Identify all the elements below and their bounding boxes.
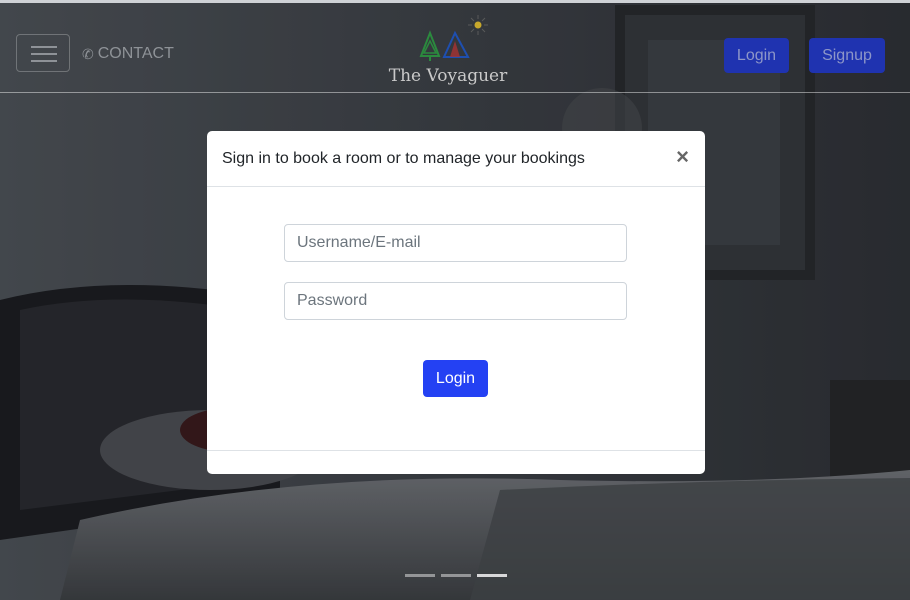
contact-link[interactable]: ✆ CONTACT — [82, 45, 174, 63]
nav-signup-button[interactable]: Signup — [809, 38, 885, 73]
carousel-indicator-2[interactable] — [441, 574, 471, 577]
logo-trees-tent-sun — [419, 15, 488, 61]
modal-title: Sign in to book a room or to manage your… — [222, 150, 585, 167]
nav-login-button[interactable]: Login — [724, 38, 789, 73]
phone-icon: ✆ — [82, 45, 94, 62]
carousel-indicator-1[interactable] — [405, 574, 435, 577]
navbar: ✆ CONTACT The Voyaguer Login Signup — [0, 3, 910, 93]
modal-header: Sign in to book a room or to manage your… — [207, 131, 705, 187]
username-input[interactable] — [284, 224, 627, 262]
menu-toggle-button[interactable] — [16, 34, 70, 72]
modal-login-button[interactable]: Login — [423, 360, 488, 397]
contact-label: CONTACT — [97, 45, 174, 62]
password-input[interactable] — [284, 282, 627, 320]
login-modal: Sign in to book a room or to manage your… — [207, 131, 705, 474]
brand-logo[interactable]: The Voyaguer — [388, 11, 508, 91]
carousel-indicators — [405, 574, 507, 577]
carousel-indicator-3[interactable] — [477, 574, 507, 577]
brand-name: The Voyaguer — [388, 66, 508, 86]
close-icon[interactable]: × — [676, 146, 689, 168]
modal-footer-divider — [207, 450, 705, 451]
